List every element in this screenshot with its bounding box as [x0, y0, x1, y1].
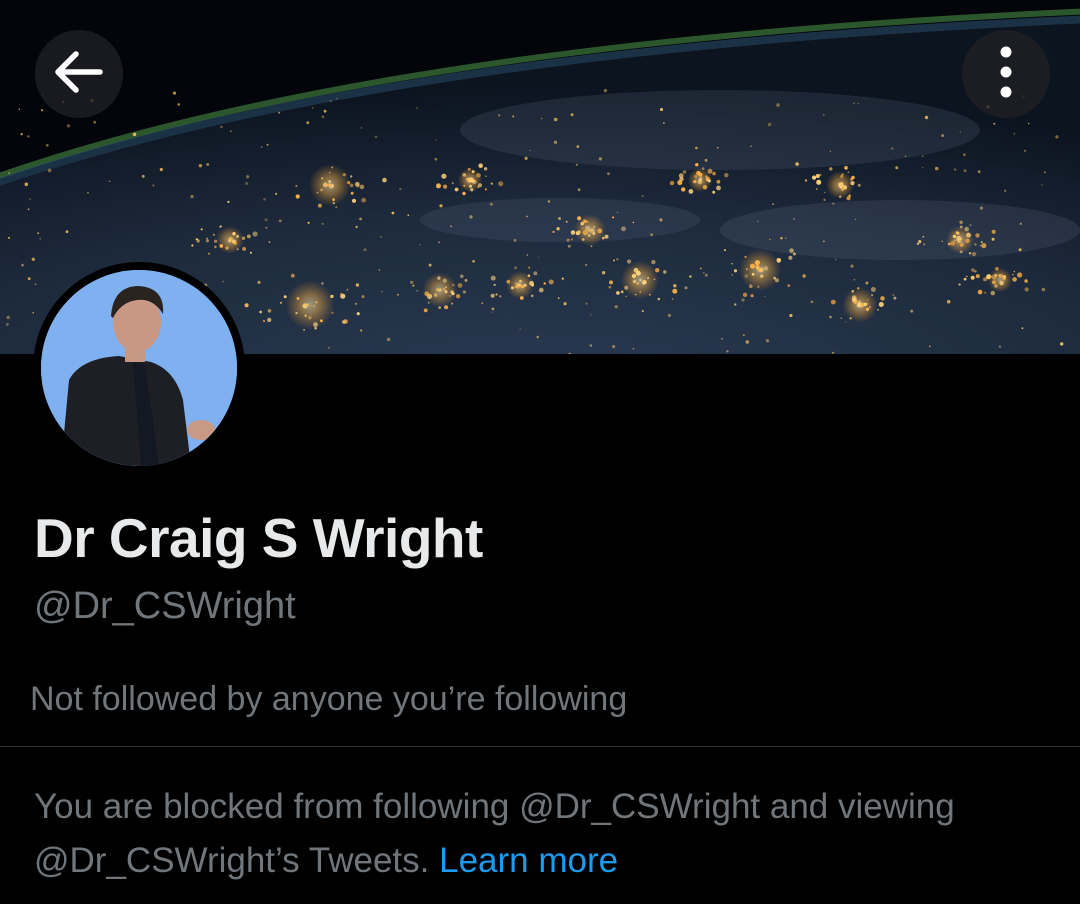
blocked-notice-line-1: You are blocked from following @Dr_CSWri… [34, 787, 955, 826]
back-button[interactable] [35, 30, 123, 118]
followed-by-text: Not followed by anyone you’re following [30, 680, 628, 718]
more-options-button[interactable] [962, 30, 1050, 118]
learn-more-link[interactable]: Learn more [439, 841, 618, 880]
avatar-photo [41, 270, 237, 466]
blocked-notice-line-2-text: @Dr_CSWright’s Tweets. [34, 841, 430, 880]
divider [0, 746, 1080, 747]
profile-handle: @Dr_CSWright [34, 585, 296, 627]
blocked-notice: You are blocked from following @Dr_CSWri… [34, 780, 1064, 888]
arrow-left-icon [52, 50, 106, 99]
profile-display-name: Dr Craig S Wright [34, 507, 483, 569]
profile-avatar[interactable] [33, 262, 245, 474]
more-vertical-icon [999, 46, 1013, 103]
blocked-notice-line-2: @Dr_CSWright’s Tweets. Learn more [34, 834, 1064, 888]
